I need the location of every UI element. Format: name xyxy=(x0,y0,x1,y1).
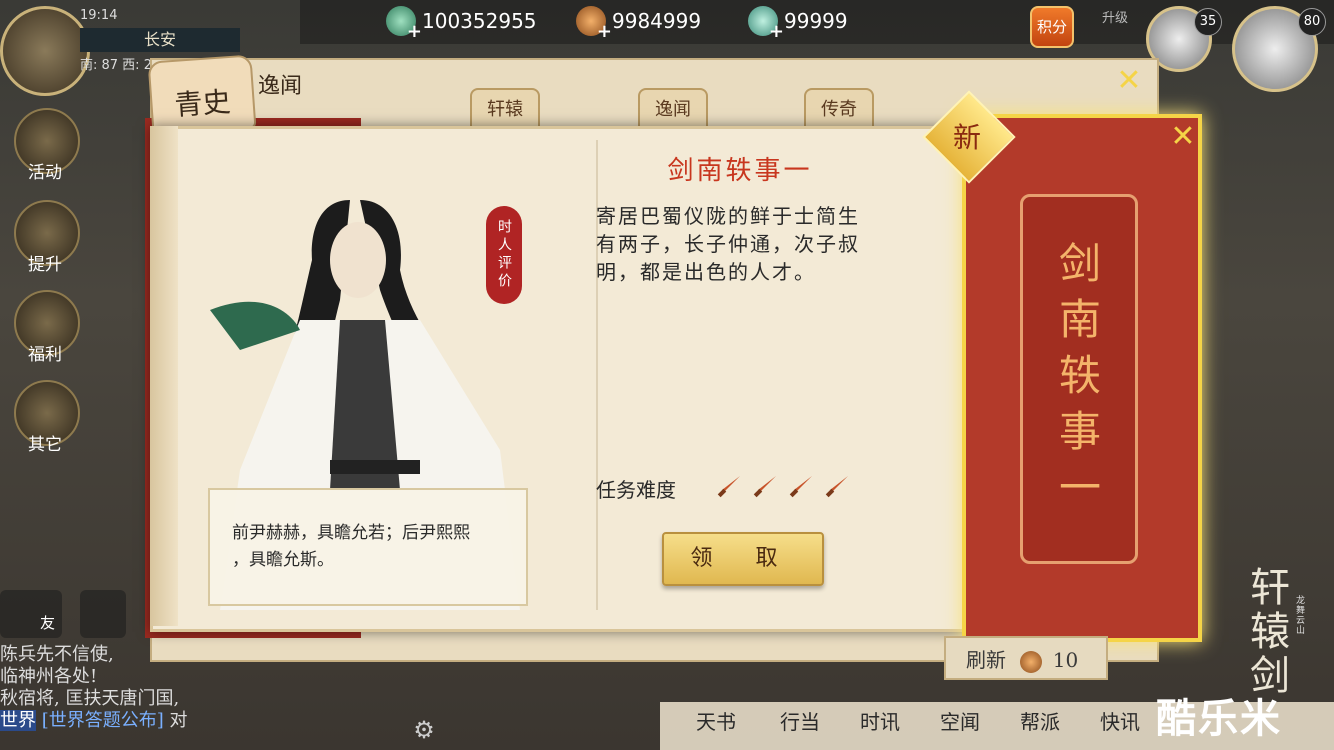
nav-bangpai[interactable]: 帮派 xyxy=(1020,706,1060,735)
clock: 19:14 xyxy=(80,8,118,23)
refresh-button[interactable]: 刷新 10 xyxy=(944,636,1108,680)
coordinates: 南: 87 西: 2 xyxy=(80,58,152,73)
player-level: 80 xyxy=(1298,8,1326,36)
points-badge[interactable]: 积分 xyxy=(1030,6,1074,48)
panel-title: 逸闻 xyxy=(258,74,303,99)
card-char: 南 xyxy=(1058,295,1101,344)
voice-icon[interactable] xyxy=(80,590,126,638)
upgrade-menu-label: 提升 xyxy=(28,255,62,275)
companion-level: 35 xyxy=(1194,8,1222,36)
settings-gear-icon[interactable]: ⚙ xyxy=(410,716,438,744)
copper-coin-icon: + xyxy=(576,6,612,42)
card-close-icon[interactable]: ✕ xyxy=(1168,122,1198,152)
contemporary-review-seal: 时人评价 xyxy=(486,206,522,304)
currency-copper-value: 9984999 xyxy=(612,9,702,33)
minimap[interactable] xyxy=(0,6,90,96)
quote-box: 前尹赫赫，具瞻允若；后尹熙熙 ，具瞻允斯。 xyxy=(208,488,528,606)
desc-line-2: 有两子，长子仲通，次子叔 xyxy=(596,232,860,256)
watermark: 酷乐米 xyxy=(1156,696,1282,742)
card-char: 轶 xyxy=(1058,351,1101,400)
quote-line-1: 前尹赫赫，具瞻允若；后尹熙熙 xyxy=(232,523,470,543)
new-badge: 新 xyxy=(952,121,981,154)
nav-kuaixun[interactable]: 快讯 xyxy=(1100,706,1140,735)
currency-copper[interactable]: + 9984999 xyxy=(576,6,702,42)
difficulty-knife-icon xyxy=(822,474,850,502)
chat-line: 秋宿将, 匡扶天唐门国, xyxy=(0,688,180,709)
nav-hangdang[interactable]: 行当 xyxy=(780,706,820,735)
panel-close-icon[interactable]: ✕ xyxy=(1114,66,1144,96)
chat-line: 临神州各处! xyxy=(0,666,98,687)
refresh-cost: 10 xyxy=(1052,648,1079,672)
logo-subtitle: 龙舞云山 xyxy=(1296,596,1306,636)
desc-line-3: 明，都是出色的人才。 xyxy=(596,260,816,284)
tab-qingshi[interactable]: 青史 xyxy=(147,54,257,136)
nav-shixun[interactable]: 时讯 xyxy=(860,706,900,735)
difficulty-knife-icon xyxy=(750,474,778,502)
copper-coin-icon xyxy=(1020,650,1043,673)
other-label: 其它 xyxy=(28,435,62,455)
chat-channel: 世界 xyxy=(0,710,36,731)
activity-label: 活动 xyxy=(28,163,62,183)
currency-token[interactable]: + 99999 xyxy=(748,6,848,42)
upgrade-label[interactable]: 升级 xyxy=(1100,10,1130,28)
book-spine xyxy=(150,126,178,626)
currency-token-value: 99999 xyxy=(784,9,848,33)
quest-card-title: 剑 南 轶 事 一 xyxy=(1040,236,1120,516)
welfare-label: 福利 xyxy=(28,345,62,365)
currency-jade[interactable]: + 100352955 xyxy=(386,6,537,42)
quest-title: 剑南轶事一 xyxy=(667,156,813,186)
card-char: 事 xyxy=(1058,407,1101,456)
refresh-label: 刷新 xyxy=(966,648,1006,672)
nav-tianshu[interactable]: 天书 xyxy=(696,706,736,735)
currency-jade-value: 100352955 xyxy=(422,9,537,33)
nav-kongwen[interactable]: 空闻 xyxy=(940,706,980,735)
card-char: 一 xyxy=(1058,463,1101,512)
chat-tail: 对 xyxy=(169,710,188,731)
chat-line: 陈兵先不信使, xyxy=(0,644,114,665)
quest-description: 寄居巴蜀仪陇的鲜于士简生 有两子，长子仲通，次子叔 明，都是出色的人才。 xyxy=(596,202,896,286)
chat-topic[interactable]: [世界答题公布] xyxy=(42,710,164,731)
chat-panel[interactable]: 陈兵先不信使, 临神州各处! 秋宿将, 匡扶天唐门国, 世界 [世界答题公布] … xyxy=(0,644,640,732)
difficulty-knife-icon xyxy=(714,474,742,502)
desc-line-1: 寄居巴蜀仪陇的鲜于士简生 xyxy=(596,204,860,228)
difficulty-knife-icon xyxy=(786,474,814,502)
chat-line-world: 世界 [世界答题公布] 对 xyxy=(0,710,640,732)
friends-label: 友 xyxy=(40,614,56,632)
city-name: 长安 xyxy=(80,28,240,52)
quote-line-2: ，具瞻允斯。 xyxy=(232,550,334,570)
jade-coin-icon: + xyxy=(386,6,422,42)
friends-button[interactable]: 友 xyxy=(0,590,62,638)
jade-token-icon: + xyxy=(748,6,784,42)
claim-button[interactable]: 领 取 xyxy=(662,532,824,586)
difficulty-label: 任务难度 xyxy=(596,478,676,502)
card-char: 剑 xyxy=(1058,239,1101,288)
